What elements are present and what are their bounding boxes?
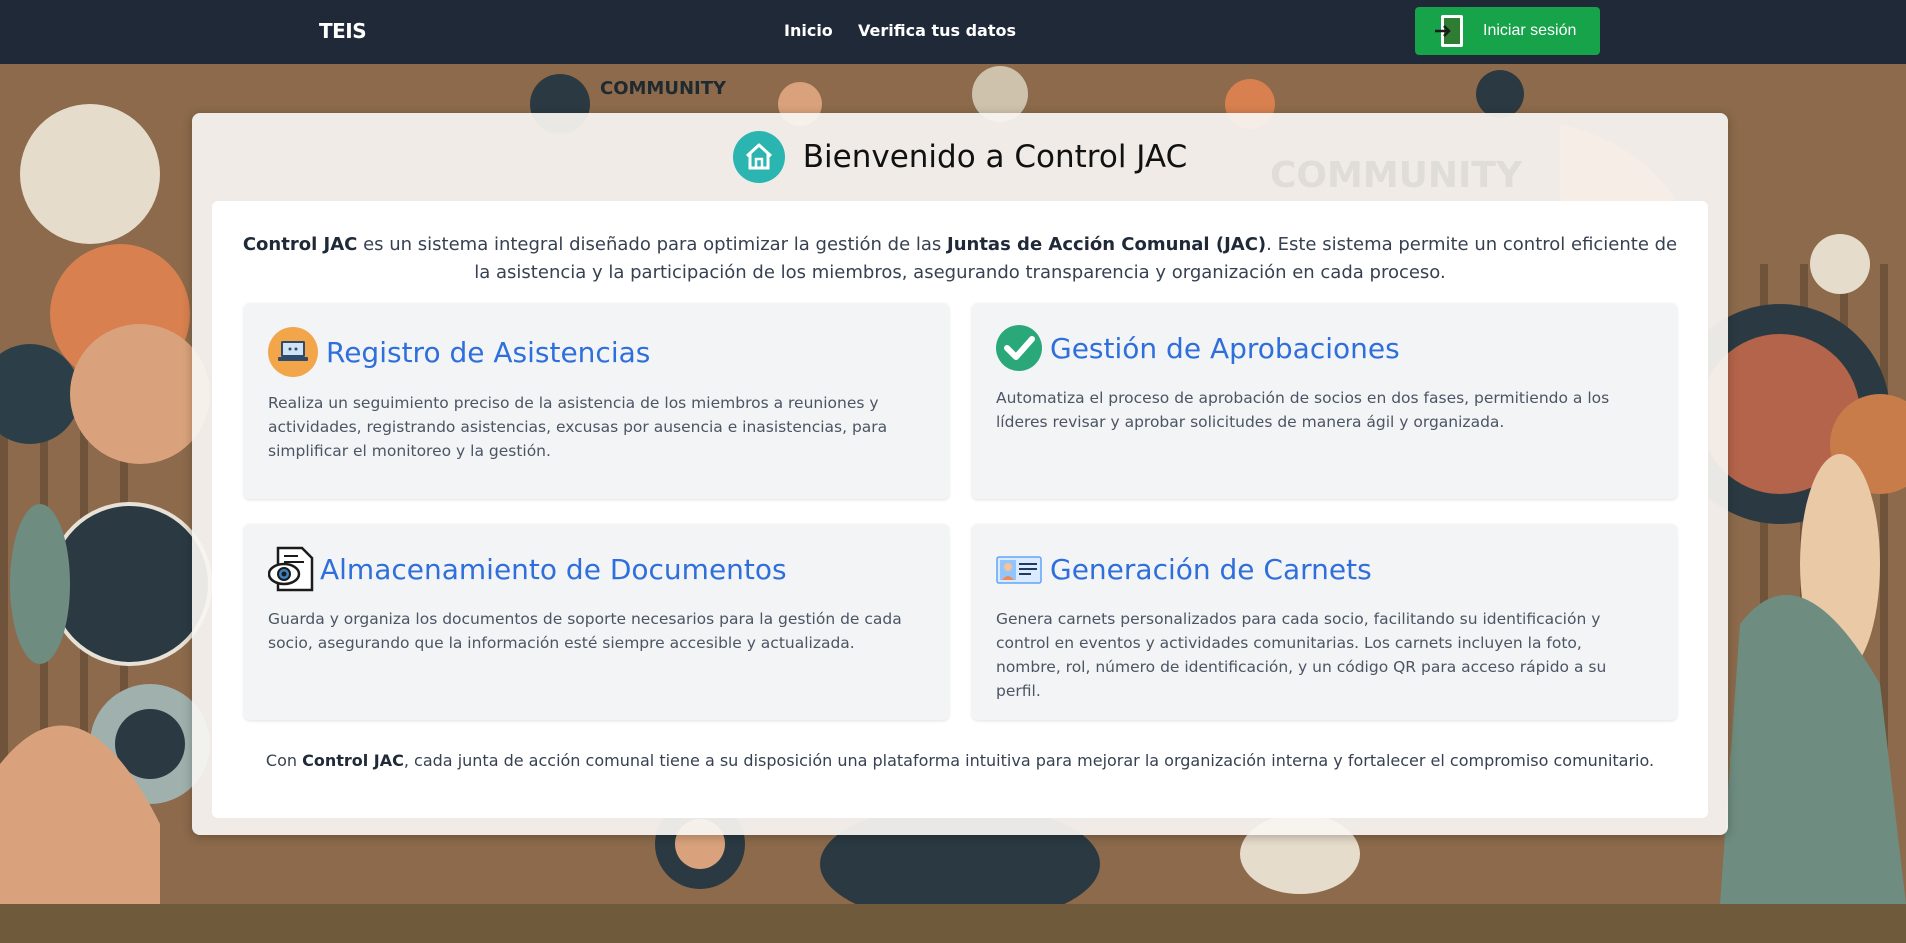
document-eye-icon	[268, 546, 314, 592]
feature-header: Registro de Asistencias	[268, 327, 650, 377]
login-button-label: Iniciar sesión	[1483, 22, 1577, 39]
page-title: Bienvenido a Control JAC	[802, 139, 1188, 175]
content-panel: Control JAC es un sistema integral diseñ…	[212, 201, 1708, 818]
feature-card-gestion-aprobaciones: Gestión de Aprobaciones Automatiza el pr…	[972, 303, 1677, 499]
feature-header: Gestión de Aprobaciones	[996, 325, 1400, 371]
feature-title: Generación de Carnets	[1050, 552, 1372, 586]
feature-card-generacion-carnets: Generación de Carnets Genera carnets per…	[972, 524, 1677, 720]
brand-logo[interactable]: TEIS	[319, 19, 367, 43]
outro-text-1: Con	[265, 751, 303, 770]
feature-description: Guarda y organiza los documentos de sopo…	[268, 610, 902, 652]
outro-brand: Control JAC	[302, 751, 404, 770]
top-navbar: TEIS Inicio Verifica tus datos Iniciar s…	[0, 0, 1906, 64]
outro-paragraph: Con Control JAC, cada junta de acción co…	[242, 749, 1678, 773]
feature-title: Almacenamiento de Documentos	[320, 552, 787, 586]
laptop-icon	[268, 327, 318, 377]
check-circle-icon	[996, 325, 1042, 371]
feature-description: Automatiza el proceso de aprobación de s…	[996, 389, 1610, 431]
feature-title: Gestión de Aprobaciones	[1050, 331, 1400, 365]
login-button[interactable]: Iniciar sesión	[1415, 7, 1600, 55]
intro-text-1: es un sistema integral diseñado para opt…	[357, 234, 947, 255]
art-text-community-top: COMMUNITY	[600, 78, 727, 99]
feature-card-almacenamiento-documentos: Almacenamiento de Documentos Guarda y or…	[244, 524, 949, 720]
nav-link-inicio[interactable]: Inicio	[784, 21, 833, 40]
feature-header: Almacenamiento de Documentos	[268, 546, 787, 592]
home-icon	[732, 131, 785, 183]
feature-header: Generación de Carnets	[996, 546, 1372, 592]
nav-link-verifica-datos[interactable]: Verifica tus datos	[858, 21, 1016, 40]
door-enter-icon	[1433, 13, 1469, 49]
intro-brand: Control JAC	[242, 234, 358, 255]
id-card-icon	[996, 546, 1042, 592]
intro-paragraph: Control JAC es un sistema integral diseñ…	[242, 231, 1678, 287]
outro-text-2: , cada junta de acción comunal tiene a s…	[403, 751, 1655, 770]
intro-jac: Juntas de Acción Comunal (JAC)	[947, 234, 1267, 255]
background-footer-band	[0, 904, 1906, 943]
feature-title: Registro de Asistencias	[326, 335, 651, 369]
feature-description: Genera carnets personalizados para cada …	[996, 610, 1607, 700]
art-text-community-faint: COMMUNITY	[1270, 155, 1523, 196]
feature-description: Realiza un seguimiento preciso de la asi…	[268, 394, 888, 460]
welcome-card: Bienvenido a Control JAC Control JAC es …	[192, 113, 1728, 835]
feature-card-registro-asistencias: Registro de Asistencias Realiza un segui…	[244, 303, 949, 499]
